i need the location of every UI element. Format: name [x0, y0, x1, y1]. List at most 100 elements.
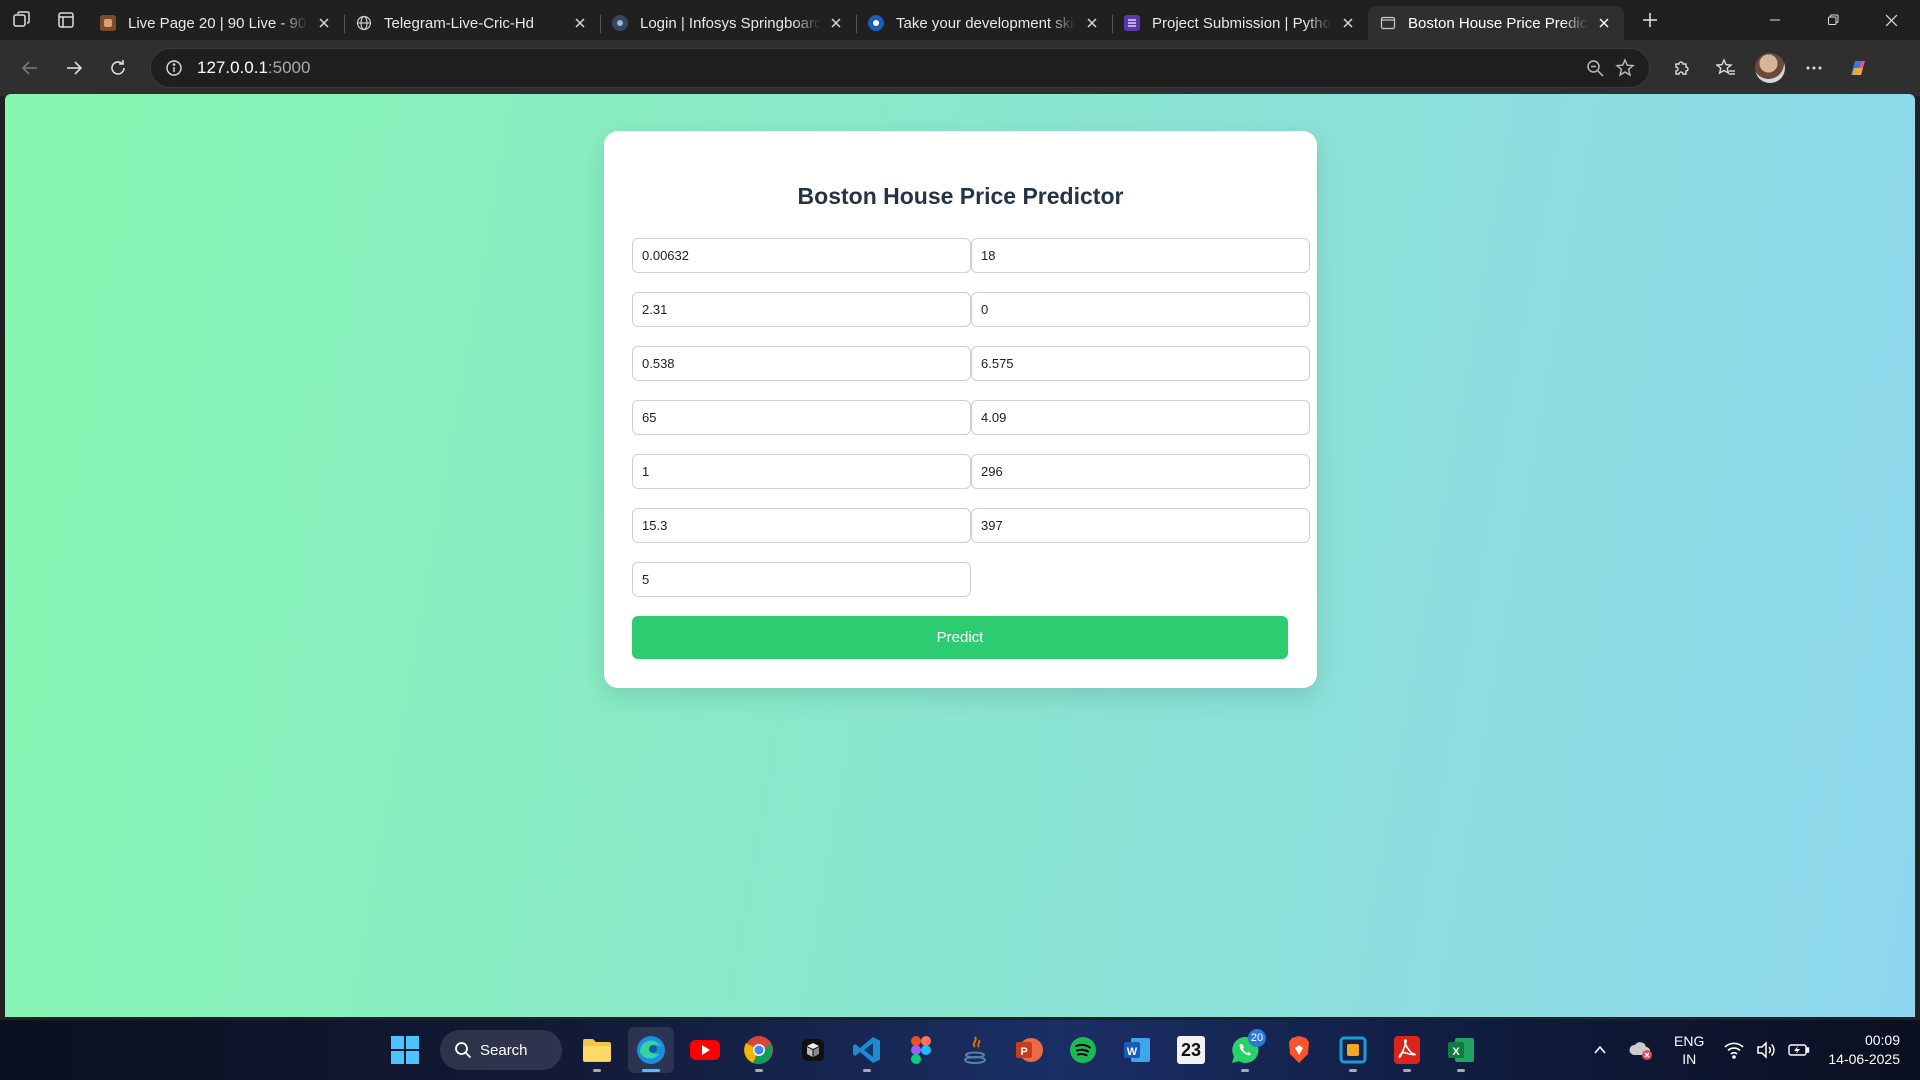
tab-telegram[interactable]: Telegram-Live-Cric-Hd: [344, 6, 600, 40]
taskbar-search[interactable]: Search: [440, 1030, 562, 1070]
battery-status[interactable]: [1788, 1042, 1810, 1058]
feature-input-5[interactable]: 0.538: [632, 346, 971, 381]
region-code: IN: [1682, 1051, 1697, 1067]
wifi-status[interactable]: [1724, 1041, 1744, 1059]
youtube-app[interactable]: [682, 1027, 728, 1073]
feature-input-11[interactable]: 15.3: [632, 508, 971, 543]
info-icon[interactable]: [165, 59, 183, 77]
word-app[interactable]: W: [1114, 1027, 1160, 1073]
svg-text:X: X: [1452, 1046, 1460, 1058]
more-icon: [1806, 66, 1822, 70]
running-indicator: [642, 1069, 660, 1072]
avatar: [1755, 53, 1785, 83]
tab-actions-icon: [58, 12, 74, 28]
tab-strip: Live Page 20 | 90 Live - 90Live Telegram…: [0, 0, 1920, 40]
forward-button[interactable]: [52, 48, 96, 88]
favorites-button[interactable]: [1704, 48, 1748, 88]
minimize-button[interactable]: [1746, 0, 1804, 40]
file-explorer-app[interactable]: [574, 1027, 620, 1073]
word-icon: W: [1124, 1038, 1150, 1062]
close-icon[interactable]: [1594, 13, 1614, 33]
tab-actions-button[interactable]: [44, 0, 88, 40]
calendar-app[interactable]: 23: [1168, 1027, 1214, 1073]
powerpoint-icon: P: [1016, 1038, 1043, 1062]
toolbar-right: [1660, 48, 1880, 88]
refresh-button[interactable]: [96, 48, 140, 88]
feature-input-6[interactable]: 6.575: [971, 346, 1310, 381]
dark-app[interactable]: [790, 1027, 836, 1073]
whatsapp-app[interactable]: 20: [1222, 1027, 1268, 1073]
back-button[interactable]: [8, 48, 52, 88]
workspaces-icon: [13, 11, 30, 27]
language-indicator[interactable]: ENG IN: [1674, 1032, 1704, 1068]
predict-button[interactable]: Predict: [632, 616, 1288, 659]
extensions-button[interactable]: [1660, 48, 1704, 88]
tab-live-page[interactable]: Live Page 20 | 90 Live - 90Live: [88, 6, 344, 40]
edge-app[interactable]: [628, 1027, 674, 1073]
close-icon[interactable]: [314, 13, 334, 33]
svg-text:P: P: [1020, 1046, 1027, 1058]
chrome-icon: [744, 1036, 773, 1065]
vscode-icon: [853, 1037, 880, 1063]
close-icon[interactable]: [570, 13, 590, 33]
profile-button[interactable]: [1748, 48, 1792, 88]
tab-development[interactable]: Take your development skills: [856, 6, 1112, 40]
virtualbox-icon: [1339, 1036, 1367, 1064]
show-hidden-icons-button[interactable]: [1592, 1042, 1608, 1058]
running-indicator: [1403, 1069, 1411, 1072]
feature-input-10[interactable]: 296: [971, 454, 1310, 489]
java-app[interactable]: [952, 1027, 998, 1073]
plus-icon: [1643, 13, 1657, 27]
youtube-icon: [690, 1040, 720, 1060]
feature-input-8[interactable]: 4.09: [971, 400, 1310, 435]
brave-icon: [1289, 1036, 1309, 1063]
figma-app[interactable]: [898, 1027, 944, 1073]
close-window-button[interactable]: [1862, 0, 1920, 40]
onedrive-status[interactable]: [1628, 1039, 1654, 1061]
feature-input-2[interactable]: 18: [971, 238, 1310, 273]
close-icon[interactable]: [1338, 13, 1358, 33]
feature-input-1[interactable]: 0.00632: [632, 238, 971, 273]
spotify-app[interactable]: [1060, 1027, 1106, 1073]
tab-title: Login | Infosys Springboard: [640, 14, 820, 32]
clock[interactable]: 00:09 14-06-2025: [1828, 1031, 1900, 1069]
feature-input-9[interactable]: 1: [632, 454, 971, 489]
virtualbox-app[interactable]: [1330, 1027, 1376, 1073]
zoom-out-icon[interactable]: [1585, 58, 1605, 78]
feature-input-4[interactable]: 0: [971, 292, 1310, 327]
workspaces-button[interactable]: [0, 0, 44, 40]
more-button[interactable]: [1792, 48, 1836, 88]
tab-boston-predictor[interactable]: Boston House Price Predictor: [1368, 6, 1624, 40]
wifi-icon: [1724, 1042, 1744, 1059]
close-icon[interactable]: [1082, 13, 1102, 33]
restore-button[interactable]: [1804, 0, 1862, 40]
copilot-icon: [1851, 61, 1865, 75]
feature-input-12[interactable]: 397: [971, 508, 1310, 543]
feature-input-3[interactable]: 2.31: [632, 292, 971, 327]
close-icon[interactable]: [826, 13, 846, 33]
start-button[interactable]: [382, 1027, 428, 1073]
excel-icon: X: [1448, 1038, 1474, 1062]
excel-app[interactable]: X: [1438, 1027, 1484, 1073]
feature-input-13[interactable]: 5: [632, 562, 971, 597]
chevron-up-icon: [1594, 1045, 1606, 1054]
powerpoint-app[interactable]: P: [1006, 1027, 1052, 1073]
calendar-day: 23: [1180, 1039, 1202, 1060]
brave-app[interactable]: [1276, 1027, 1322, 1073]
tab-springboard[interactable]: Login | Infosys Springboard: [600, 6, 856, 40]
copilot-button[interactable]: [1836, 48, 1880, 88]
acrobat-app[interactable]: [1384, 1027, 1430, 1073]
tab-title: Telegram-Live-Cric-Hd: [384, 14, 535, 32]
springboard-icon: [612, 15, 628, 31]
address-bar[interactable]: 127.0.0.1:5000: [150, 48, 1650, 88]
new-tab-button[interactable]: [1630, 0, 1670, 40]
star-icon[interactable]: [1615, 58, 1635, 78]
volume-status[interactable]: [1756, 1041, 1776, 1059]
feature-input-7[interactable]: 65: [632, 400, 971, 435]
tab-project-submission[interactable]: Project Submission | Python: [1112, 6, 1368, 40]
url-text[interactable]: 127.0.0.1:5000: [197, 58, 310, 78]
chrome-app[interactable]: [736, 1027, 782, 1073]
running-indicator: [1349, 1069, 1357, 1072]
vscode-app[interactable]: [844, 1027, 890, 1073]
cube-icon: [802, 1039, 824, 1061]
